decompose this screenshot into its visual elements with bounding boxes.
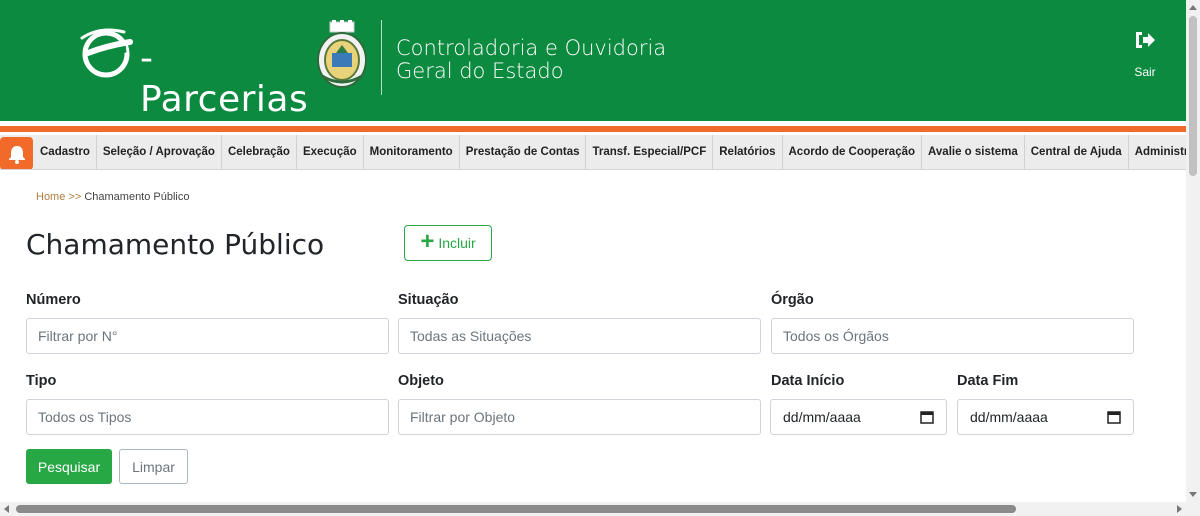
clear-button[interactable]: Limpar xyxy=(119,449,188,484)
menu-item-transf-especial[interactable]: Transf. Especial/PCF xyxy=(586,135,714,169)
objeto-label: Objeto xyxy=(398,373,444,389)
numero-label: Número xyxy=(26,292,81,308)
organization-name: Controladoria e Ouvidoria Geral do Estad… xyxy=(396,37,666,83)
horizontal-scrollbar[interactable] xyxy=(0,502,1200,516)
org-name-line1: Controladoria e Ouvidoria xyxy=(396,36,667,60)
menu-item-relatorios[interactable]: Relatórios xyxy=(713,135,783,169)
e-parcerias-logo[interactable]: -Parcerias xyxy=(80,24,310,120)
situacao-select[interactable] xyxy=(398,318,761,354)
vertical-scrollbar[interactable] xyxy=(1186,0,1200,502)
menu-item-selecao-aprovacao[interactable]: Seleção / Aprovação xyxy=(97,135,222,169)
sign-out-icon xyxy=(1136,32,1155,48)
main-menu-bar: Cadastro Seleção / Aprovação Celebração … xyxy=(0,135,1186,170)
plus-icon: + xyxy=(420,227,435,255)
scroll-up-arrow-icon[interactable] xyxy=(1189,5,1197,10)
page-title: Chamamento Público xyxy=(26,228,325,261)
menu-item-prestacao-de-contas[interactable]: Prestação de Contas xyxy=(460,135,587,169)
e-logo-icon xyxy=(80,28,133,78)
menu-item-monitoramento[interactable]: Monitoramento xyxy=(364,135,460,169)
orgao-label: Órgão xyxy=(771,292,814,308)
header-divider xyxy=(381,20,382,95)
menu-item-acordo-cooperacao[interactable]: Acordo de Cooperação xyxy=(783,135,923,169)
data-inicio-label: Data Início xyxy=(771,373,845,389)
menu-item-administracao[interactable]: Administração xyxy=(1129,135,1186,169)
tipo-select[interactable] xyxy=(26,399,389,435)
include-button[interactable]: + Incluir xyxy=(404,225,492,261)
vertical-scroll-thumb[interactable] xyxy=(1189,16,1197,176)
menu-items: Cadastro Seleção / Aprovação Celebração … xyxy=(34,135,1186,169)
objeto-input[interactable] xyxy=(398,399,761,435)
calendar-icon[interactable] xyxy=(1107,410,1121,424)
logout-button[interactable]: Sair xyxy=(1124,30,1166,79)
include-label: Incluir xyxy=(438,235,476,251)
breadcrumb-current: Chamamento Público xyxy=(84,191,190,203)
horizontal-scroll-thumb[interactable] xyxy=(16,505,1016,513)
orgao-select[interactable] xyxy=(771,318,1134,354)
state-crest-icon xyxy=(317,20,367,88)
tipo-label: Tipo xyxy=(26,373,57,389)
menu-item-celebracao[interactable]: Celebração xyxy=(222,135,297,169)
data-fim-input[interactable]: dd/mm/aaaa xyxy=(957,399,1134,435)
data-fim-label: Data Fim xyxy=(957,373,1019,389)
header-stripe-orange xyxy=(0,126,1186,132)
breadcrumb: Home >> Chamamento Público xyxy=(36,191,190,203)
calendar-icon[interactable] xyxy=(920,410,934,424)
data-fim-value: dd/mm/aaaa xyxy=(970,409,1048,425)
menu-item-avalie-sistema[interactable]: Avalie o sistema xyxy=(922,135,1025,169)
site-header: -Parcerias Controladoria e Ouvidoria Ger… xyxy=(0,0,1186,121)
bell-icon xyxy=(8,145,25,164)
logo-text: -Parcerias xyxy=(140,38,309,120)
menu-item-execucao[interactable]: Execução xyxy=(297,135,364,169)
scroll-down-arrow-icon[interactable] xyxy=(1189,492,1197,497)
scroll-right-arrow-icon[interactable] xyxy=(1177,505,1182,513)
menu-item-cadastro[interactable]: Cadastro xyxy=(34,135,97,169)
scroll-left-arrow-icon[interactable] xyxy=(4,505,9,513)
situacao-label: Situação xyxy=(398,292,459,308)
breadcrumb-separator: >> xyxy=(68,191,82,203)
notifications-button[interactable] xyxy=(0,137,33,169)
data-inicio-input[interactable]: dd/mm/aaaa xyxy=(770,399,947,435)
numero-input[interactable] xyxy=(26,318,389,354)
search-button[interactable]: Pesquisar xyxy=(26,449,112,484)
logout-label: Sair xyxy=(1134,65,1156,79)
data-inicio-value: dd/mm/aaaa xyxy=(783,409,861,425)
org-name-line2: Geral do Estado xyxy=(396,59,564,83)
menu-item-central-ajuda[interactable]: Central de Ajuda xyxy=(1025,135,1129,169)
breadcrumb-home-link[interactable]: Home xyxy=(36,191,65,203)
